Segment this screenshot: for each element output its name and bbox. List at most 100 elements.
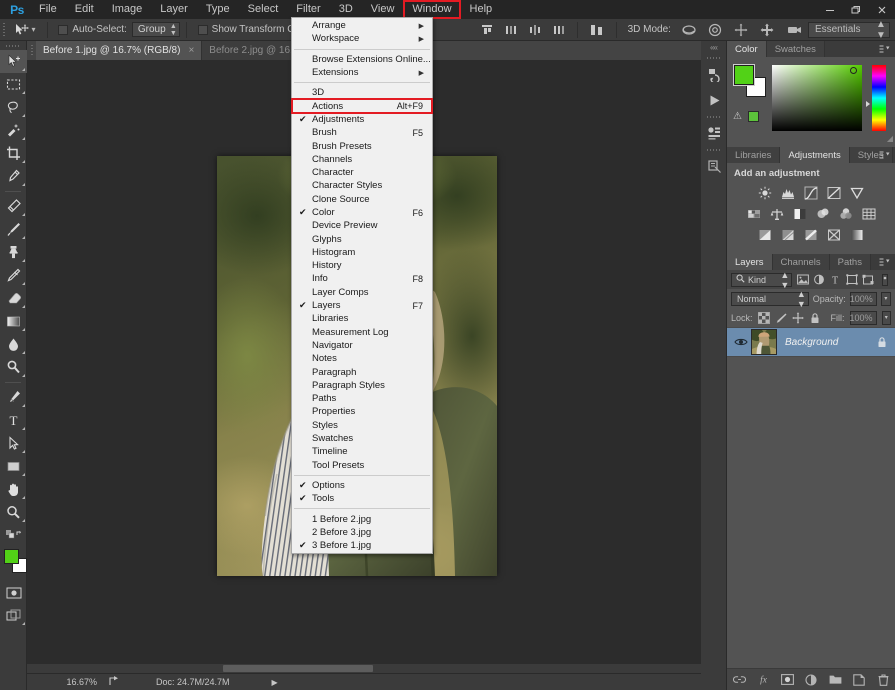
camera-3d-icon[interactable]: [780, 19, 808, 41]
smart-object-filter-icon[interactable]: [862, 273, 874, 287]
foreground-background-colors[interactable]: [0, 547, 27, 581]
menu-select[interactable]: Select: [239, 0, 288, 19]
menu-item-brush[interactable]: Brush F5: [292, 126, 432, 139]
foreground-color-swatch[interactable]: [4, 549, 19, 564]
opacity-stepper[interactable]: ▾: [880, 291, 891, 306]
tab-paths[interactable]: Paths: [829, 254, 871, 270]
menu-item-notes[interactable]: Notes: [292, 352, 432, 365]
new-fill-adjustment-icon[interactable]: [805, 673, 818, 686]
distribute-spacing-icon[interactable]: [584, 19, 610, 41]
color-panel-foreground-swatch[interactable]: [733, 64, 755, 86]
menu-item-browse-extensions-online[interactable]: Browse Extensions Online...: [292, 53, 432, 66]
menu-edit[interactable]: Edit: [66, 0, 103, 19]
adjustment-filter-icon[interactable]: [813, 273, 825, 287]
zoom-level[interactable]: 16.67%: [55, 677, 103, 687]
color-field[interactable]: [772, 65, 862, 131]
menu-item-workspace[interactable]: Workspace ▶: [292, 32, 432, 45]
menu-image[interactable]: Image: [103, 0, 152, 19]
restore-button[interactable]: [843, 0, 869, 19]
layer-thumbnail[interactable]: [751, 329, 777, 355]
notes-panel-icon[interactable]: [701, 153, 727, 179]
levels-icon[interactable]: [781, 185, 796, 200]
lock-all-icon[interactable]: [809, 311, 821, 325]
menu-item-layers[interactable]: ✔ Layers F7: [292, 299, 432, 312]
hue-saturation-icon[interactable]: [746, 206, 761, 221]
photo-filter-icon[interactable]: [815, 206, 830, 221]
collapse-panels-icon[interactable]: ««: [701, 41, 726, 54]
rail-grip[interactable]: [701, 146, 726, 153]
menu-item-navigator[interactable]: Navigator: [292, 339, 432, 352]
layer-row-background[interactable]: Background: [727, 327, 895, 357]
delete-layer-icon[interactable]: [877, 673, 890, 686]
lock-transparent-pixels-icon[interactable]: [757, 311, 770, 325]
menu-item-adjustments[interactable]: ✔ Adjustments: [292, 113, 432, 126]
lasso-tool[interactable]: [0, 96, 27, 119]
web-safe-color-swatch[interactable]: [748, 111, 759, 122]
tools-panel-grip[interactable]: [0, 41, 26, 50]
distribute-left-icon[interactable]: [499, 19, 523, 41]
dodge-tool[interactable]: [0, 356, 27, 379]
gradient-tool[interactable]: [0, 310, 27, 333]
canvas-horizontal-scrollbar[interactable]: [27, 664, 701, 673]
menu-item-layer-comps[interactable]: Layer Comps: [292, 286, 432, 299]
default-colors-and-swap[interactable]: [0, 524, 27, 547]
menu-item-paragraph[interactable]: Paragraph: [292, 365, 432, 378]
show-transform-checkbox-box[interactable]: [197, 24, 208, 35]
menu-item-extensions[interactable]: Extensions ▶: [292, 66, 432, 79]
color-panel-menu-icon[interactable]: [878, 44, 892, 54]
pixel-filter-icon[interactable]: [796, 273, 809, 287]
adjustments-panel-menu-icon[interactable]: [878, 150, 892, 160]
window-menu-dropdown[interactable]: Arrange ▶ Workspace ▶ Browse Extensions …: [291, 17, 433, 555]
new-group-icon[interactable]: [829, 673, 842, 686]
menu-item-swatches[interactable]: Swatches: [292, 432, 432, 445]
menu-item-glyphs[interactable]: Glyphs: [292, 232, 432, 245]
menu-item-clone-source[interactable]: Clone Source: [292, 193, 432, 206]
menu-item-3d[interactable]: 3D: [292, 86, 432, 99]
menu-item-history[interactable]: History: [292, 259, 432, 272]
menu-item-paragraph-styles[interactable]: Paragraph Styles: [292, 379, 432, 392]
color-lookup-icon[interactable]: [861, 206, 876, 221]
menu-item-paths[interactable]: Paths: [292, 392, 432, 405]
menu-layer[interactable]: Layer: [151, 0, 197, 19]
menu-item-document-before-2[interactable]: 1 Before 2.jpg: [292, 512, 432, 525]
fill-stepper[interactable]: ▾: [881, 310, 891, 325]
document-tab-grip[interactable]: [27, 41, 36, 60]
color-balance-icon[interactable]: [769, 206, 784, 221]
crop-tool[interactable]: [0, 142, 27, 165]
menu-item-timeline[interactable]: Timeline: [292, 445, 432, 458]
filter-toggle-icon[interactable]: [879, 273, 891, 287]
quick-mask-mode-toggle[interactable]: [0, 581, 27, 604]
rail-grip[interactable]: [701, 113, 726, 120]
menu-item-color[interactable]: ✔ Color F6: [292, 206, 432, 219]
channel-mixer-icon[interactable]: [838, 206, 853, 221]
menu-item-histogram[interactable]: Histogram: [292, 246, 432, 259]
menu-item-libraries[interactable]: Libraries: [292, 312, 432, 325]
out-of-gamut-warning-icon[interactable]: ⚠: [733, 111, 742, 122]
threshold-icon[interactable]: [804, 227, 819, 242]
move-tool-icon[interactable]: ▾: [8, 19, 41, 41]
menu-item-device-preview[interactable]: Device Preview: [292, 219, 432, 232]
auto-select-scope-dropdown[interactable]: Group ▲ ▼: [131, 22, 180, 37]
layer-visibility-eye-icon[interactable]: [733, 337, 749, 347]
type-filter-icon[interactable]: T: [829, 273, 841, 287]
panel-resize-grip[interactable]: ◢: [887, 134, 893, 143]
layers-panel-menu-icon[interactable]: [878, 257, 892, 267]
eraser-tool[interactable]: [0, 287, 27, 310]
gradient-map-icon[interactable]: [850, 227, 865, 242]
tab-color[interactable]: Color: [727, 41, 767, 57]
brush-tool[interactable]: [0, 218, 27, 241]
tab-channels[interactable]: Channels: [772, 254, 830, 270]
quick-selection-tool[interactable]: [0, 119, 27, 142]
close-button[interactable]: [869, 0, 895, 19]
opacity-value[interactable]: 100%: [850, 291, 877, 306]
lock-image-pixels-icon[interactable]: [775, 311, 787, 325]
menu-item-styles[interactable]: Styles: [292, 419, 432, 432]
auto-select-checkbox-box[interactable]: [58, 24, 69, 35]
tab-swatches[interactable]: Swatches: [766, 41, 825, 57]
zoom-tool[interactable]: [0, 501, 27, 524]
menu-item-arrange[interactable]: Arrange ▶: [292, 19, 432, 32]
layer-name[interactable]: Background: [785, 337, 875, 348]
menu-item-channels[interactable]: Channels: [292, 153, 432, 166]
orbit-3d-icon[interactable]: [676, 19, 702, 41]
options-bar-grip[interactable]: [0, 19, 8, 41]
